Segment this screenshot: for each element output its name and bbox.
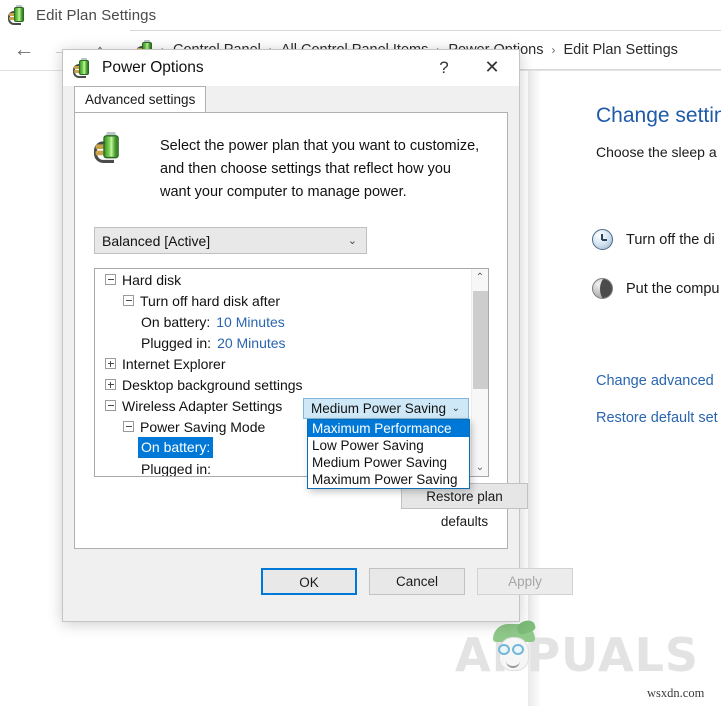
combobox-value: Medium Power Saving	[311, 401, 447, 416]
tree-item-label: Power Saving Mode	[140, 418, 266, 435]
setting-row-sleep: Put the compu	[592, 278, 720, 299]
tree-item-label: Desktop background settings	[122, 376, 303, 393]
tree-item-value[interactable]: 20 Minutes	[217, 335, 285, 351]
link-change-advanced[interactable]: Change advanced	[596, 373, 714, 389]
collapse-toggle-icon[interactable]	[105, 400, 116, 411]
tree-item-desktop-background-settings[interactable]: Desktop background settings	[95, 374, 471, 395]
power-plan-select-value: Balanced [Active]	[102, 232, 211, 249]
dialog-titlebar: Power Options ? ✕	[63, 50, 519, 86]
tree-item-value[interactable]: 10 Minutes	[216, 314, 284, 330]
tree-item-turn-off-hard-disk-after[interactable]: Turn off hard disk after	[95, 290, 471, 311]
setting-label-sleep: Put the compu	[626, 280, 720, 297]
combobox-dropdown-list[interactable]: Maximum Performance Low Power Saving Med…	[307, 419, 470, 489]
tree-item-label-selected: On battery:	[138, 437, 214, 458]
tree-scrollbar[interactable]: ⌃ ⌄	[471, 269, 488, 476]
source-watermark: wsxdn.com	[647, 686, 705, 700]
help-icon[interactable]: ?	[427, 52, 461, 84]
power-plug-icon	[94, 132, 153, 194]
intro-block: Select the power plan that you want to c…	[94, 132, 484, 204]
tree-item-label: On battery:	[141, 313, 211, 330]
tree-item-label: Wireless Adapter Settings	[122, 397, 283, 414]
page-subtitle: Choose the sleep a	[596, 144, 717, 160]
power-plan-select[interactable]: Balanced [Active] ⌄	[94, 227, 367, 254]
tree-item-label: Turn off hard disk after	[140, 292, 281, 309]
link-restore-default-settings[interactable]: Restore default set	[596, 410, 718, 426]
tree-item-label: Plugged in:	[141, 334, 212, 351]
setting-row-display: Turn off the di	[592, 229, 715, 250]
breadcrumb-item-edit-plan-settings[interactable]: Edit Plan Settings	[560, 42, 680, 58]
scroll-down-icon[interactable]: ⌄	[472, 459, 488, 476]
clock-icon	[592, 229, 613, 250]
close-icon[interactable]: ✕	[471, 52, 513, 84]
dialog-title: Power Options	[102, 59, 204, 76]
explorer-titlebar: Edit Plan Settings	[0, 0, 721, 30]
expand-toggle-icon[interactable]	[105, 379, 116, 390]
explorer-title: Edit Plan Settings	[36, 6, 157, 24]
combobox-option-low-power-saving[interactable]: Low Power Saving	[308, 437, 469, 454]
intro-text: Select the power plan that you want to c…	[160, 138, 480, 200]
tree-row-hard-disk-on-battery[interactable]: On battery: 10 Minutes	[95, 311, 471, 332]
power-plug-icon	[73, 58, 93, 78]
combobox-option-maximum-power-saving[interactable]: Maximum Power Saving	[308, 471, 469, 488]
cancel-button[interactable]: Cancel	[369, 568, 465, 595]
tab-panel-advanced-settings: Select the power plan that you want to c…	[74, 112, 528, 549]
tab-advanced-settings[interactable]: Advanced settings	[74, 86, 207, 112]
tree-item-internet-explorer[interactable]: Internet Explorer	[95, 353, 471, 374]
combobox-option-medium-power-saving[interactable]: Medium Power Saving	[308, 454, 469, 471]
scrollbar-thumb[interactable]	[473, 291, 488, 389]
watermark: APPUALS	[455, 618, 699, 682]
tree-item-label: Hard disk	[122, 271, 182, 288]
tabstrip: Advanced settings	[63, 86, 519, 112]
intro-icon-wrap	[94, 132, 160, 204]
apply-button: Apply	[477, 568, 573, 595]
scroll-up-icon[interactable]: ⌃	[472, 269, 488, 286]
power-saving-mode-combobox[interactable]: Medium Power Saving ⌄	[303, 398, 469, 419]
explorer-content-pane: Change settings Choose the sleep a Turn …	[540, 71, 721, 706]
chevron-down-icon: ⌄	[451, 403, 460, 414]
page-title: Change settings	[596, 104, 721, 127]
collapse-toggle-icon[interactable]	[123, 295, 134, 306]
tree-row-hard-disk-plugged-in[interactable]: Plugged in: 20 Minutes	[95, 332, 471, 353]
watermark-mascot-icon	[491, 618, 537, 676]
collapse-toggle-icon[interactable]	[123, 421, 134, 432]
collapse-toggle-icon[interactable]	[105, 274, 116, 285]
power-options-dialog: Power Options ? ✕ Advanced settings Sele…	[62, 49, 573, 622]
tree-item-label: Internet Explorer	[122, 355, 226, 372]
expand-toggle-icon[interactable]	[105, 358, 116, 369]
chevron-down-icon: ⌄	[347, 235, 357, 247]
moon-icon	[592, 278, 613, 299]
tree-item-label: Plugged in:	[141, 460, 212, 477]
combobox-option-maximum-performance[interactable]: Maximum Performance	[308, 420, 469, 437]
back-icon[interactable]: ←	[10, 39, 38, 63]
ok-button[interactable]: OK	[261, 568, 357, 595]
power-plug-icon	[8, 5, 28, 25]
setting-label-display: Turn off the di	[626, 231, 715, 248]
breadcrumb-separator: ›	[551, 43, 556, 57]
tree-item-hard-disk[interactable]: Hard disk	[95, 269, 471, 290]
